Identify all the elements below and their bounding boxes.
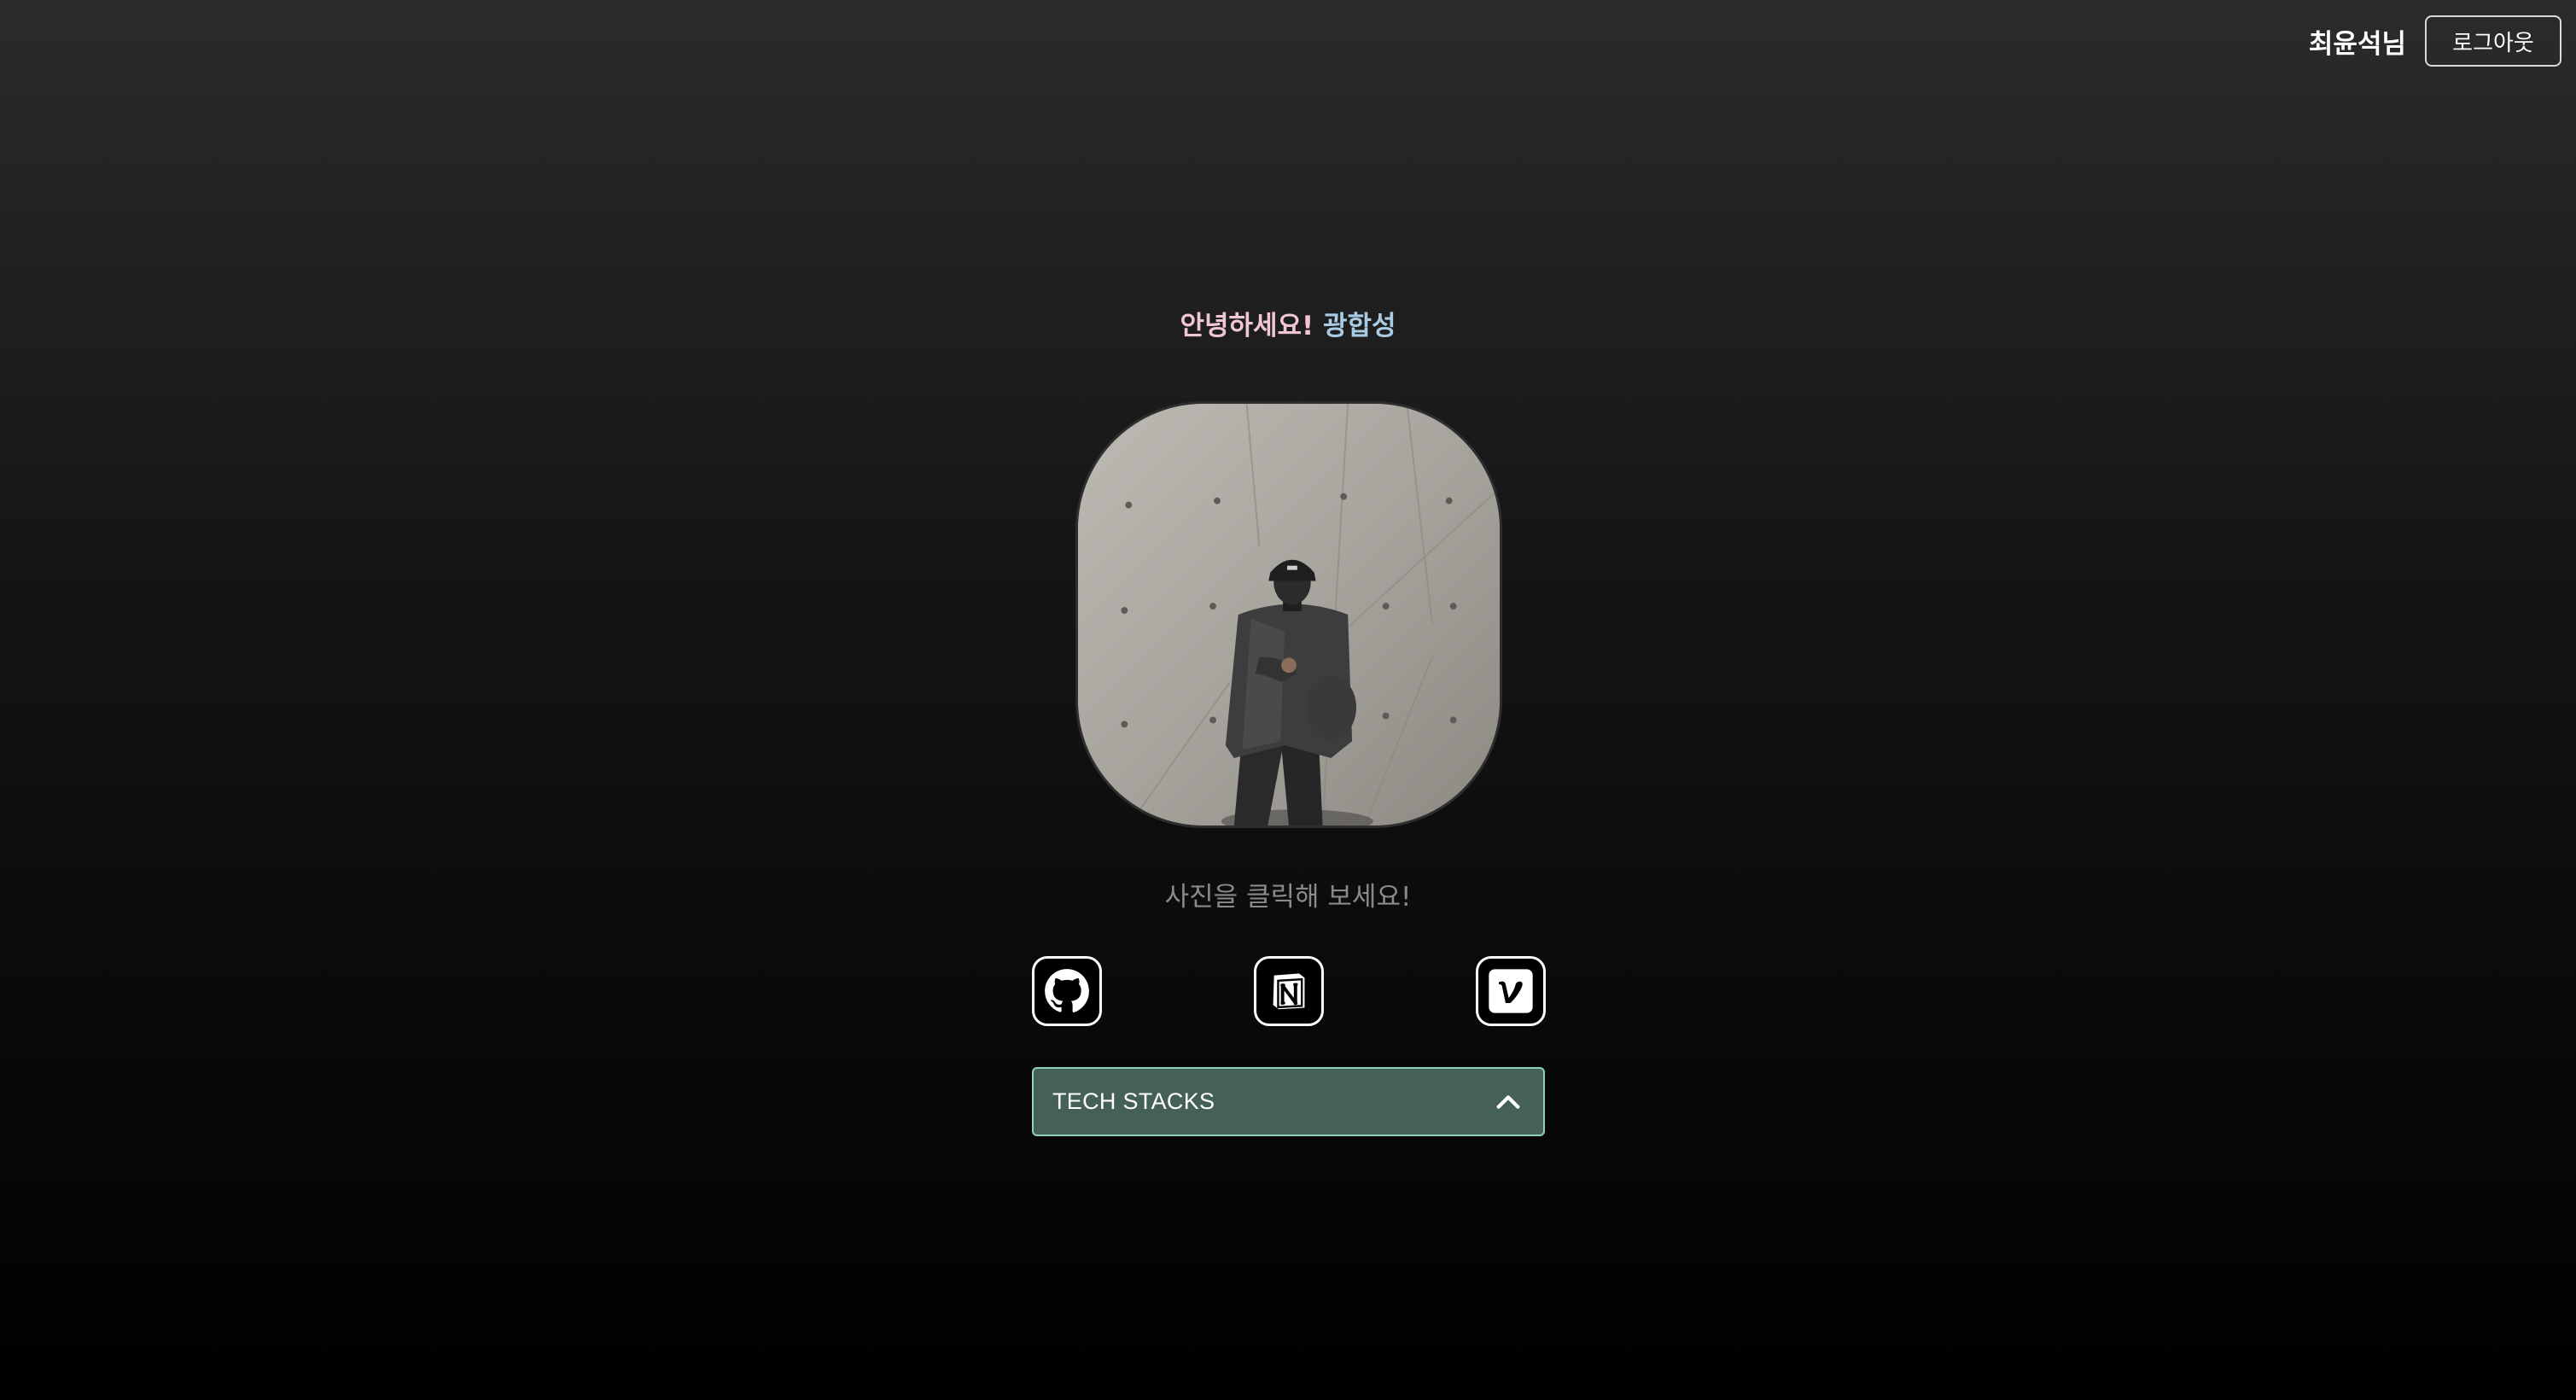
- profile-photo-illustration: [1078, 404, 1500, 825]
- notion-link[interactable]: [1254, 956, 1324, 1026]
- github-link[interactable]: [1032, 956, 1102, 1026]
- notion-icon: [1273, 973, 1305, 1010]
- greeting-name: 광합성: [1322, 311, 1396, 341]
- github-icon: [1045, 969, 1089, 1012]
- user-area: 최윤석님 로그아웃: [2309, 15, 2561, 67]
- chevron-up-icon: [1496, 1094, 1520, 1109]
- user-name: 최윤석님: [2308, 28, 2406, 60]
- tech-stacks-label: TECH STACKS: [1052, 1088, 1215, 1114]
- tech-stacks-accordion[interactable]: TECH STACKS: [1032, 1067, 1545, 1136]
- velog-icon: [1489, 969, 1533, 1013]
- velog-link[interactable]: [1476, 956, 1546, 1026]
- greeting-hello: 안녕하세요!: [1180, 311, 1314, 341]
- greeting: 안녕하세요! 광합성: [0, 304, 2576, 342]
- profile-photo[interactable]: [1075, 401, 1502, 828]
- logout-button[interactable]: 로그아웃: [2425, 15, 2561, 67]
- photo-hint: 사진을 클릭해 보세요!: [1164, 882, 1412, 913]
